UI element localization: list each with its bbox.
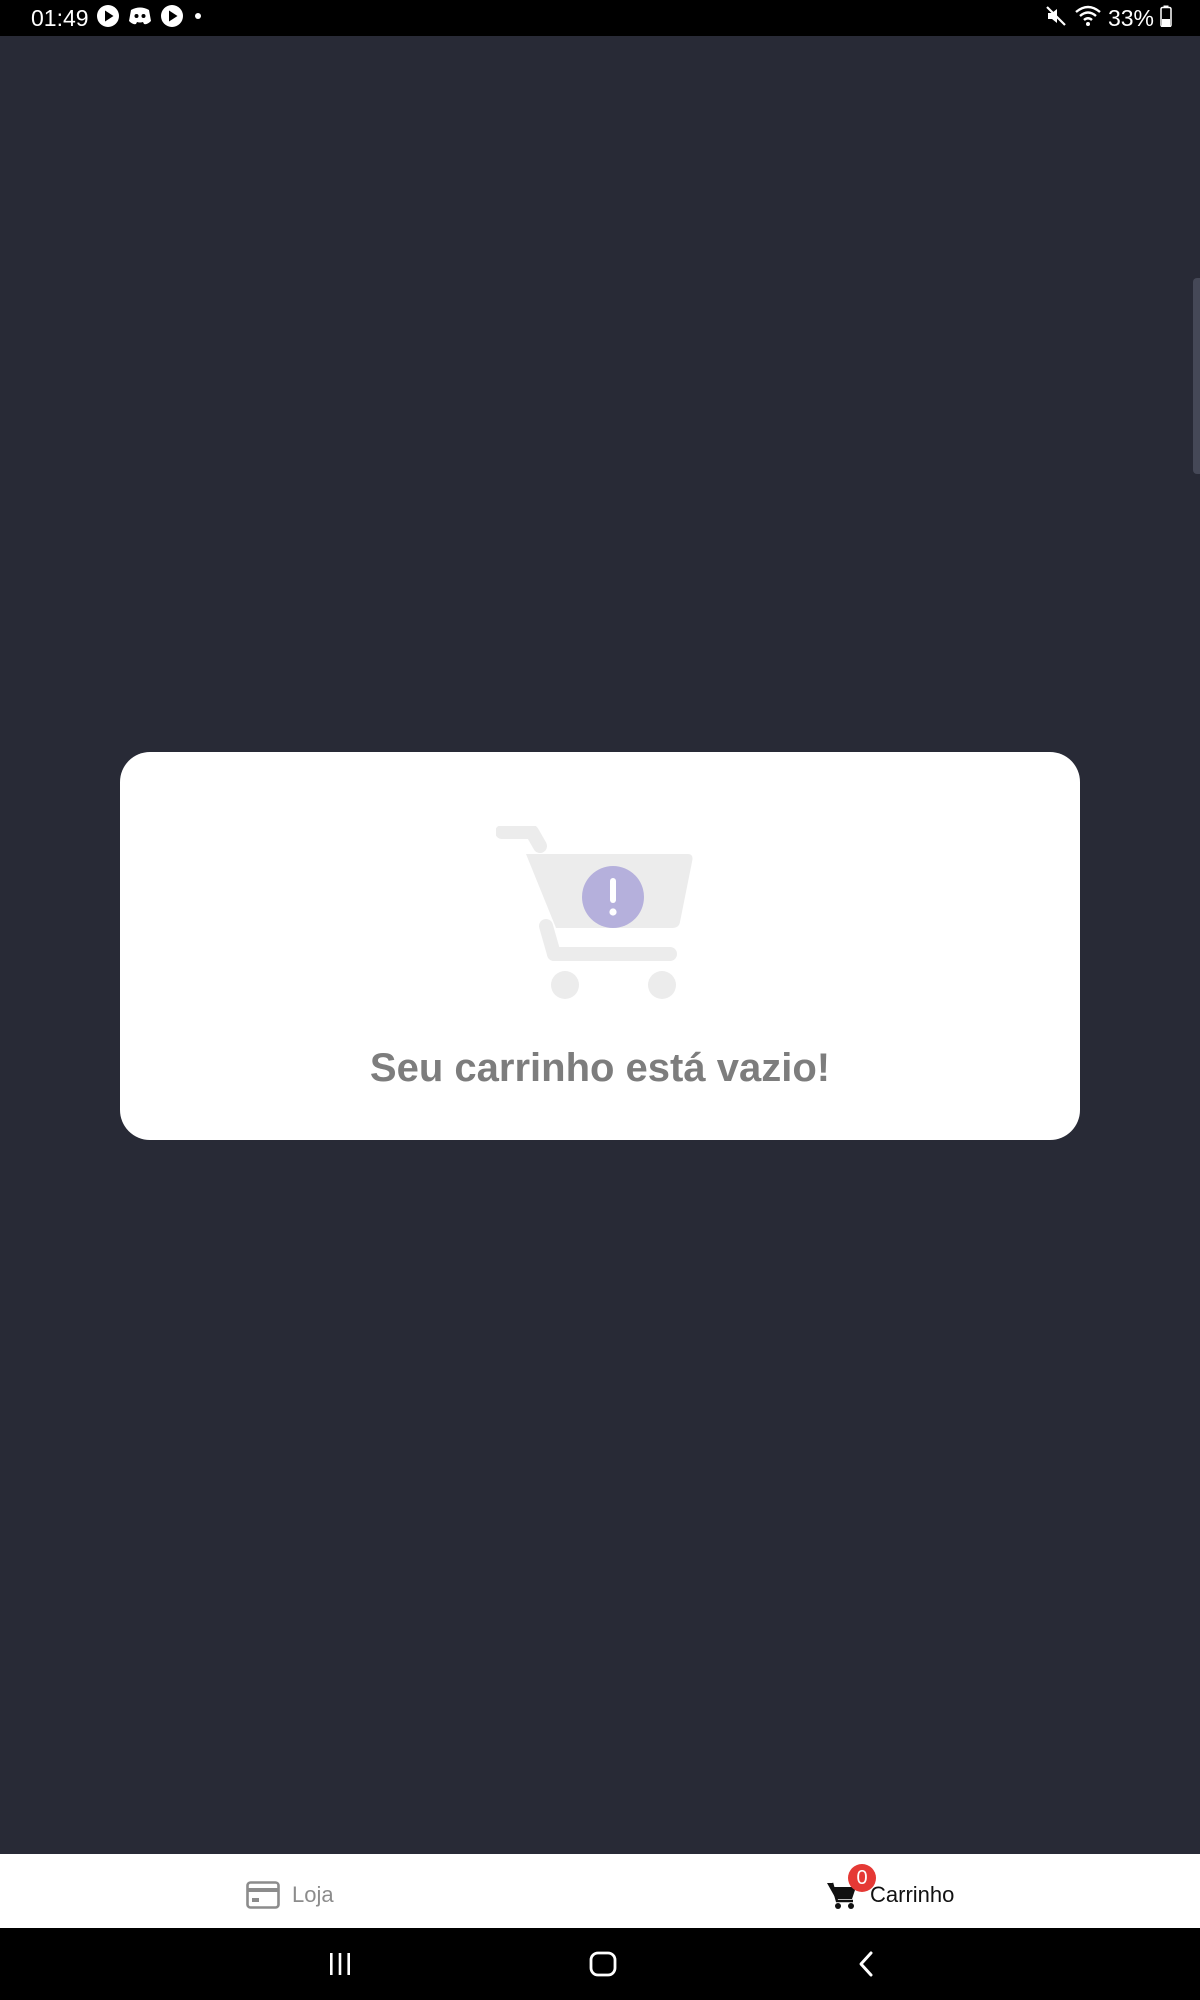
mute-icon <box>1044 4 1068 33</box>
play-icon <box>96 4 120 33</box>
notification-icons <box>96 4 205 33</box>
discord-icon <box>127 4 153 33</box>
bottom-tab-bar: Loja 0 Carrinho <box>0 1854 1200 1928</box>
status-time: 01:49 <box>31 5 89 31</box>
cart-icon: 0 <box>826 1864 876 1910</box>
card-icon <box>246 1873 280 1909</box>
back-icon[interactable] <box>846 1946 886 1982</box>
empty-cart-message: Seu carrinho está vazio! <box>369 1046 831 1090</box>
battery-icon <box>1160 5 1172 32</box>
dot-icon <box>191 4 205 33</box>
recents-icon[interactable] <box>320 1946 360 1982</box>
play-icon <box>160 4 184 33</box>
tab-loja[interactable]: Loja <box>246 1854 334 1928</box>
status-bar: 01:49 33% <box>0 0 1200 36</box>
wifi-icon <box>1074 4 1102 33</box>
battery-percent: 33% <box>1107 5 1154 31</box>
tab-loja-label: Loja <box>292 1882 334 1907</box>
home-icon[interactable] <box>583 1946 623 1982</box>
cart-alert-icon <box>495 825 696 1006</box>
tab-carrinho[interactable]: 0 Carrinho <box>826 1854 954 1928</box>
system-icons: 33% <box>1044 5 1172 31</box>
scroll-indicator[interactable] <box>1193 278 1200 474</box>
cart-count-badge: 0 <box>848 1864 876 1892</box>
system-nav-bar <box>0 1928 1200 2000</box>
tab-carrinho-label: Carrinho <box>870 1882 955 1907</box>
